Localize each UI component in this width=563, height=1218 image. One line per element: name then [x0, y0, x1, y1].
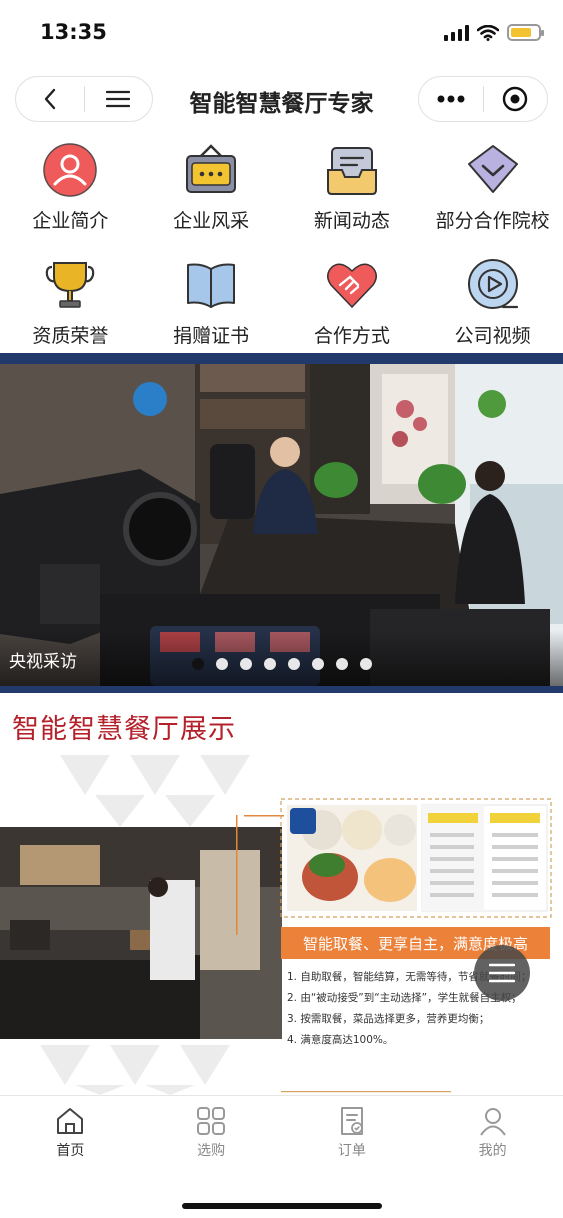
grid-label: 企业风采: [173, 210, 250, 232]
carousel-dot[interactable]: [288, 658, 300, 670]
carousel-dot[interactable]: [216, 658, 228, 670]
close-miniprogram-button[interactable]: [484, 77, 548, 121]
home-icon: [57, 1108, 84, 1134]
user-icon: [479, 1108, 506, 1136]
section-title: 智能智慧餐厅展示: [12, 714, 236, 745]
grid-item-honors[interactable]: 资质荣誉: [0, 255, 141, 348]
grid-item-news[interactable]: 新闻动态: [282, 140, 423, 233]
nav-capsule-left: [15, 76, 153, 122]
handshake-heart-icon: [326, 263, 377, 309]
tab-label: 我的: [478, 1143, 507, 1159]
menu-button[interactable]: [85, 77, 153, 121]
grid-label: 公司视频: [454, 325, 531, 347]
back-button[interactable]: [16, 77, 84, 121]
inbox-icon: [326, 147, 377, 195]
grid-label: 部分合作院校: [435, 210, 550, 232]
home-indicator: [182, 1203, 382, 1209]
carousel-dot[interactable]: [264, 658, 276, 670]
grid-item-cooperation[interactable]: 合作方式: [282, 255, 423, 348]
cellular-signal-icon: [444, 24, 469, 41]
showcase-image[interactable]: 智能取餐、更享自主，满意度极高 1. 自助取餐，智能结算，无需等待，节省就餐时间…: [0, 755, 563, 1095]
grid-label: 捐赠证书: [173, 325, 250, 347]
feature-grid: 企业简介 企业风采 新闻动态 部分合作院校 资质荣誉 捐赠证书 合作方式 公司视…: [0, 140, 563, 348]
tab-orders[interactable]: 订单: [282, 1106, 423, 1174]
carousel-indicator: [192, 658, 372, 670]
signboard-icon: [186, 144, 237, 193]
status-icons: [444, 24, 544, 41]
tab-label: 选购: [197, 1143, 226, 1159]
grid-icon: [197, 1107, 226, 1135]
carousel-dot[interactable]: [360, 658, 372, 670]
grid-item-partner-schools[interactable]: 部分合作院校: [422, 140, 563, 233]
tab-bar: 首页 选购 订单 我的: [0, 1095, 563, 1218]
nav-capsule-right: [418, 76, 548, 122]
grid-label: 企业简介: [32, 210, 109, 232]
target-close-icon: [503, 86, 528, 112]
book-icon: [187, 263, 236, 308]
tab-home[interactable]: 首页: [0, 1106, 141, 1174]
wifi-icon: [477, 24, 499, 41]
hamburger-icon: [106, 90, 131, 108]
chevron-left-icon: [44, 88, 55, 110]
banner-image-cctv-interview: 央视采访: [0, 364, 563, 686]
tab-label: 首页: [56, 1143, 85, 1159]
hamburger-icon: [489, 963, 515, 983]
more-dots-icon: [437, 95, 465, 103]
trophy-icon: [46, 262, 95, 308]
play-video-icon: [467, 259, 518, 309]
status-bar: 13:35: [0, 0, 563, 66]
order-icon: [340, 1107, 363, 1135]
status-time: 13:35: [40, 20, 107, 44]
feature-item: 4. 满意度高达100%。: [287, 1034, 394, 1046]
grid-label: 资质荣誉: [32, 325, 109, 347]
banner-carousel[interactable]: 央视采访: [0, 353, 563, 693]
person-icon: [43, 143, 98, 197]
tab-label: 订单: [337, 1143, 366, 1159]
grid-item-company-video[interactable]: 公司视频: [422, 255, 563, 348]
floating-menu-button[interactable]: [474, 945, 530, 1001]
tab-shop[interactable]: 选购: [141, 1106, 282, 1174]
battery-icon: [507, 24, 544, 41]
grid-item-company-intro[interactable]: 企业简介: [0, 140, 141, 233]
grid-item-company-style[interactable]: 企业风采: [141, 140, 282, 233]
more-button[interactable]: [419, 77, 483, 121]
nav-bar: 智能智慧餐厅专家: [0, 72, 563, 126]
carousel-dot[interactable]: [240, 658, 252, 670]
grid-label: 新闻动态: [313, 210, 390, 232]
banner-caption: 央视采访: [9, 652, 77, 672]
chevron-diamond-icon: [467, 145, 518, 193]
carousel-dot[interactable]: [312, 658, 324, 670]
feature-item: 3. 按需取餐，菜品选择更多，营养更均衡；: [287, 1013, 490, 1025]
carousel-dot[interactable]: [192, 658, 204, 670]
grid-item-donation-certificates[interactable]: 捐赠证书: [141, 255, 282, 348]
carousel-dot[interactable]: [336, 658, 348, 670]
tab-profile[interactable]: 我的: [422, 1106, 563, 1174]
grid-label: 合作方式: [313, 325, 390, 347]
